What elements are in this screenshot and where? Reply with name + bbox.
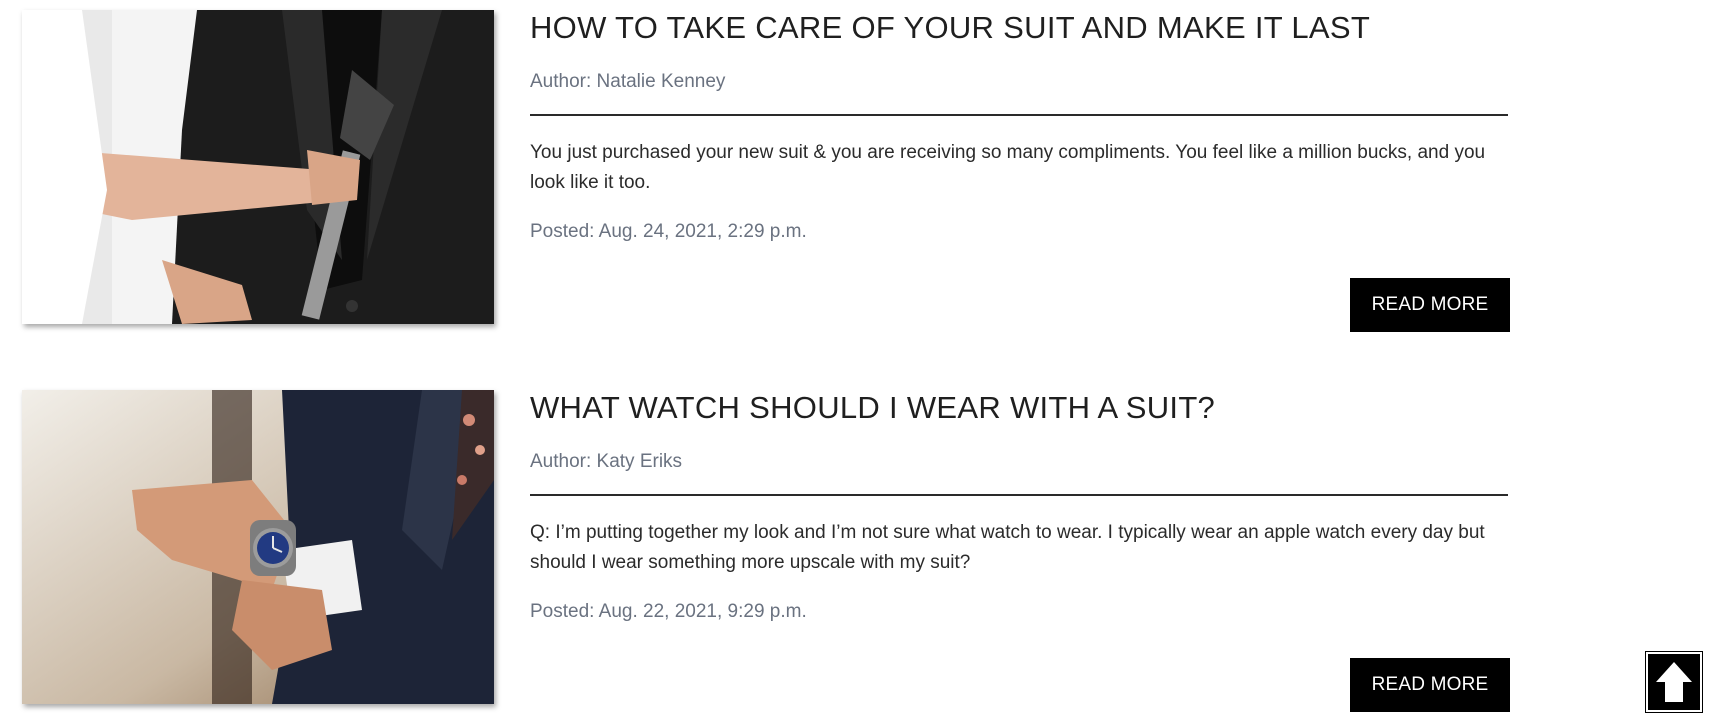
post-excerpt: Q: I’m putting together my look and I’m … bbox=[530, 522, 1485, 573]
blog-post: WHAT WATCH SHOULD I WEAR WITH A SUIT? Au… bbox=[22, 390, 1510, 712]
post-divider bbox=[530, 494, 1508, 496]
blog-list-page: HOW TO TAKE CARE OF YOUR SUIT AND MAKE I… bbox=[0, 0, 1709, 719]
read-more-button[interactable]: READ MORE bbox=[1350, 658, 1510, 712]
post-content: WHAT WATCH SHOULD I WEAR WITH A SUIT? Au… bbox=[530, 390, 1510, 712]
back-to-top-button[interactable] bbox=[1645, 651, 1703, 713]
post-content: HOW TO TAKE CARE OF YOUR SUIT AND MAKE I… bbox=[530, 10, 1510, 332]
arrow-up-icon bbox=[1656, 662, 1692, 702]
read-more-button[interactable]: READ MORE bbox=[1350, 278, 1510, 332]
post-thumbnail[interactable] bbox=[22, 390, 494, 704]
post-date: Posted: Aug. 22, 2021, 9:29 p.m. bbox=[530, 601, 807, 622]
post-title[interactable]: HOW TO TAKE CARE OF YOUR SUIT AND MAKE I… bbox=[530, 10, 1370, 46]
watch-suit-image bbox=[22, 390, 494, 704]
blog-post: HOW TO TAKE CARE OF YOUR SUIT AND MAKE I… bbox=[22, 10, 1510, 332]
post-title[interactable]: WHAT WATCH SHOULD I WEAR WITH A SUIT? bbox=[530, 390, 1215, 426]
post-divider bbox=[530, 114, 1508, 116]
post-thumbnail[interactable] bbox=[22, 10, 494, 324]
post-excerpt: You just purchased your new suit & you a… bbox=[530, 142, 1486, 193]
post-author: Author: Katy Eriks bbox=[530, 451, 683, 472]
post-author: Author: Natalie Kenney bbox=[530, 71, 726, 92]
suit-steaming-image bbox=[22, 10, 494, 324]
post-date: Posted: Aug. 24, 2021, 2:29 p.m. bbox=[530, 221, 807, 242]
